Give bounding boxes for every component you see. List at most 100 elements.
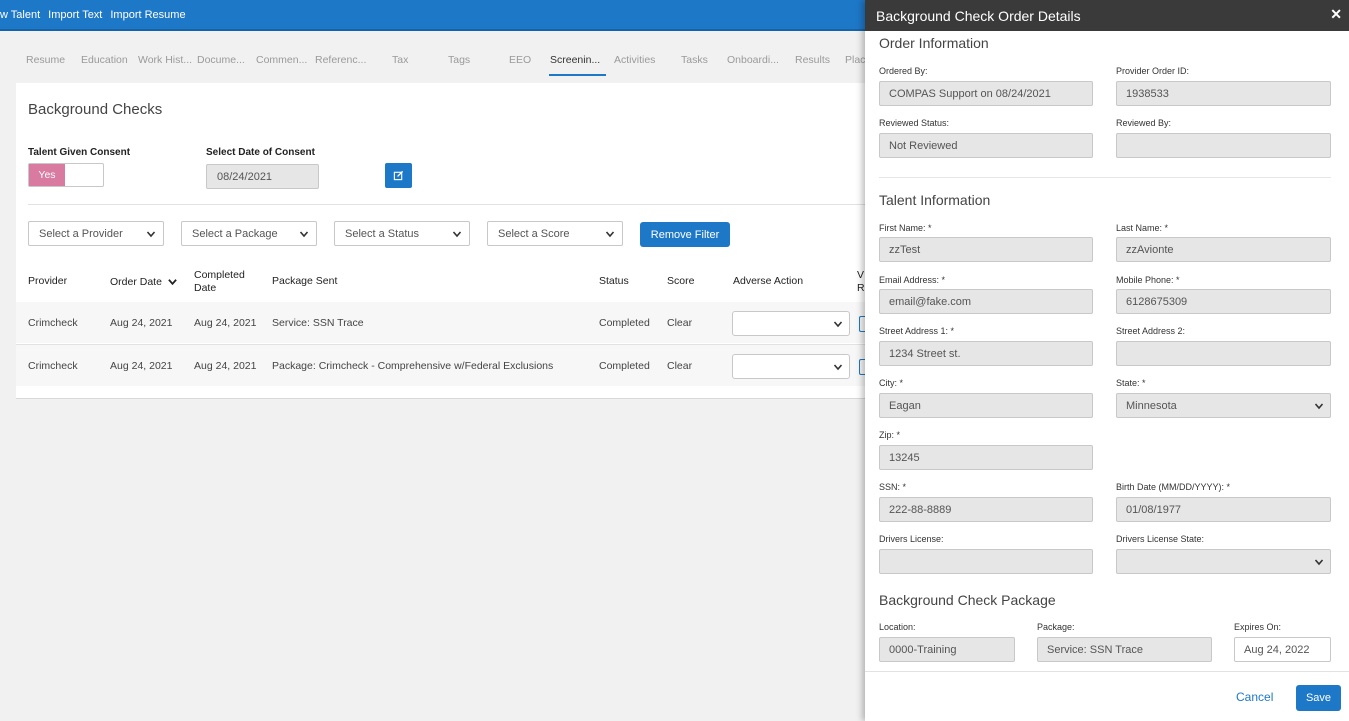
chevron-down-icon [833, 321, 843, 328]
order-info-heading: Order Information [879, 35, 989, 51]
row1-completed-date: Aug 24, 2021 [194, 317, 257, 329]
section-divider [28, 204, 876, 205]
location-label: Location: [879, 622, 916, 632]
col-completed-line2: Date [194, 282, 217, 294]
first-name-field[interactable]: zzTest [879, 237, 1093, 262]
tab-placements[interactable]: Plac [845, 54, 865, 66]
consent-label: Talent Given Consent [28, 147, 131, 158]
talent-info-heading: Talent Information [879, 192, 991, 208]
col-truncated-line2: R [857, 282, 865, 294]
location-field[interactable]: 0000-Training [879, 637, 1015, 662]
drivers-license-label: Drivers License: [879, 534, 944, 544]
record-tabs: Resume Education Work Hist... Docume... … [0, 46, 866, 76]
chevron-down-icon [452, 231, 462, 238]
col-completed-line1: Completed [194, 269, 245, 281]
tab-screening[interactable]: Screenin... [550, 54, 600, 66]
chevron-down-icon [605, 231, 615, 238]
score-filter-label: Select a Score [498, 228, 570, 240]
consent-date-input[interactable]: 08/24/2021 [206, 164, 319, 189]
tab-documents[interactable]: Docume... [197, 54, 245, 66]
tab-activities[interactable]: Activities [614, 54, 655, 66]
expires-on-label: Expires On: [1234, 622, 1282, 632]
tab-eeo[interactable]: EEO [509, 54, 531, 66]
row1-provider: Crimcheck [28, 317, 78, 329]
import-text-link[interactable]: Import Text [48, 9, 102, 21]
card-title: Background Checks [28, 101, 163, 118]
tab-work-history[interactable]: Work Hist... [138, 54, 192, 66]
row2-order-date: Aug 24, 2021 [110, 360, 173, 372]
street2-label: Street Address 2: [1116, 326, 1186, 336]
chevron-down-icon [299, 231, 309, 238]
import-resume-link[interactable]: Import Resume [110, 9, 185, 21]
row2-adverse-select[interactable] [732, 354, 850, 379]
street2-field[interactable] [1116, 341, 1331, 366]
package-filter[interactable]: Select a Package [181, 221, 317, 246]
mobile-phone-field[interactable]: 6128675309 [1116, 289, 1331, 314]
tab-tasks[interactable]: Tasks [681, 54, 708, 66]
mobile-phone-label: Mobile Phone: * [1116, 275, 1180, 285]
close-icon[interactable]: ✕ [1330, 6, 1342, 23]
col-package-sent: Package Sent [272, 275, 338, 287]
panel-header: Background Check Order Details ✕ [865, 0, 1349, 31]
row1-score: Clear [667, 317, 693, 329]
background-checks-card: Background Checks Talent Given Consent Y… [16, 83, 876, 399]
row1-package: Service: SSN Trace [272, 317, 364, 329]
ssn-label: SSN: * [879, 482, 907, 492]
score-filter[interactable]: Select a Score [487, 221, 623, 246]
package-filter-label: Select a Package [192, 228, 278, 240]
email-field[interactable]: email@fake.com [879, 289, 1093, 314]
street1-field[interactable]: 1234 Street st. [879, 341, 1093, 366]
tab-comments[interactable]: Commen... [256, 54, 307, 66]
save-button[interactable]: Save [1296, 685, 1341, 711]
tab-resume[interactable]: Resume [26, 54, 65, 66]
sort-down-icon [168, 279, 177, 286]
row2-status: Completed [599, 360, 650, 372]
tab-tags[interactable]: Tags [448, 54, 470, 66]
provider-order-id-field[interactable]: 1938533 [1116, 81, 1331, 106]
ordered-by-label: Ordered By: [879, 66, 928, 76]
provider-order-id-label: Provider Order ID: [1116, 66, 1190, 76]
drivers-license-state-select[interactable] [1116, 549, 1331, 574]
row2-package: Package: Crimcheck - Comprehensive w/Fed… [272, 360, 554, 372]
col-status: Status [599, 275, 629, 287]
col-score: Score [667, 275, 695, 287]
birth-date-field[interactable]: 01/08/1977 [1116, 497, 1331, 522]
tab-education[interactable]: Education [81, 54, 128, 66]
chevron-down-icon [1314, 559, 1324, 566]
state-select[interactable]: Minnesota [1116, 393, 1331, 418]
reviewed-status-field[interactable]: Not Reviewed [879, 133, 1093, 158]
row1-status: Completed [599, 317, 650, 329]
ordered-by-field[interactable]: COMPAS Support on 08/24/2021 [879, 81, 1093, 106]
new-talent-link[interactable]: w Talent [0, 9, 40, 21]
city-field[interactable]: Eagan [879, 393, 1093, 418]
consent-date-label: Select Date of Consent [206, 147, 315, 158]
expires-on-field[interactable]: Aug 24, 2022 [1234, 637, 1331, 662]
row1-order-date: Aug 24, 2021 [110, 317, 173, 329]
consent-toggle[interactable]: Yes [28, 163, 104, 187]
reviewed-status-label: Reviewed Status: [879, 118, 950, 128]
tab-onboarding[interactable]: Onboardi... [727, 54, 779, 66]
tab-references[interactable]: Referenc... [315, 54, 366, 66]
order-details-panel: Background Check Order Details ✕ Order I… [865, 0, 1349, 721]
col-order-date[interactable]: Order Date [110, 276, 177, 289]
status-filter[interactable]: Select a Status [334, 221, 470, 246]
birth-date-label: Birth Date (MM/DD/YYYY): * [1116, 482, 1231, 492]
zip-field[interactable]: 13245 [879, 445, 1093, 470]
tab-tax[interactable]: Tax [392, 54, 408, 66]
cancel-button[interactable]: Cancel [1236, 690, 1273, 704]
row2-completed-date: Aug 24, 2021 [194, 360, 257, 372]
edit-consent-button[interactable] [385, 163, 412, 188]
ssn-field[interactable]: 222-88-8889 [879, 497, 1093, 522]
chevron-down-icon [146, 231, 156, 238]
reviewed-by-field[interactable] [1116, 133, 1331, 158]
last-name-field[interactable]: zzAvionte [1116, 237, 1331, 262]
remove-filter-button[interactable]: Remove Filter [640, 222, 730, 247]
provider-filter[interactable]: Select a Provider [28, 221, 164, 246]
col-order-date-label: Order Date [110, 276, 162, 288]
tab-results[interactable]: Results [795, 54, 830, 66]
drivers-license-state-label: Drivers License State: [1116, 534, 1205, 544]
drivers-license-field[interactable] [879, 549, 1093, 574]
row1-adverse-select[interactable] [732, 311, 850, 336]
status-filter-label: Select a Status [345, 228, 419, 240]
package-field[interactable]: Service: SSN Trace [1037, 637, 1212, 662]
